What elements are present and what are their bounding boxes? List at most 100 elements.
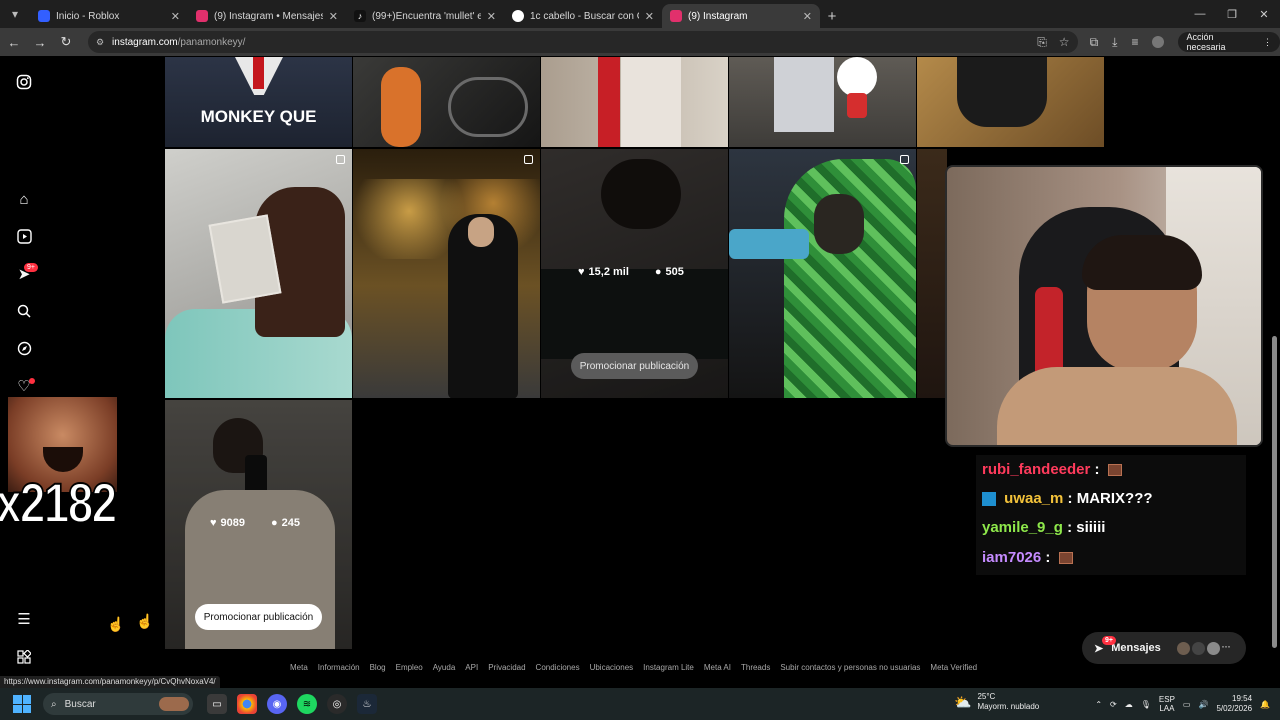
footer-link[interactable]: Subir contactos y personas no usuarias: [780, 663, 920, 672]
messages-button[interactable]: ➤ 9+ Mensajes ···: [1082, 632, 1246, 664]
promote-post-button[interactable]: Promocionar publicación: [195, 604, 322, 630]
close-tab-icon[interactable]: ✕: [487, 10, 496, 23]
footer-link[interactable]: Condiciones: [536, 663, 580, 672]
volume-icon[interactable]: 🔊: [1198, 700, 1208, 709]
tab-instagram-active[interactable]: (9) Instagram ✕: [662, 4, 820, 28]
post-tile[interactable]: [729, 57, 916, 147]
footer-link[interactable]: Empleo: [396, 663, 423, 672]
footer-link[interactable]: Ubicaciones: [590, 663, 634, 672]
chrome-icon[interactable]: [237, 694, 257, 714]
reels-icon[interactable]: [14, 226, 34, 246]
kebab-menu-icon[interactable]: ⋮: [1263, 37, 1272, 48]
tie-shape: [598, 57, 620, 147]
chat-message: uwaa_m : MARIX???: [982, 490, 1153, 507]
bookmark-star-icon[interactable]: ☆: [1059, 35, 1070, 49]
browser-toolbar: ← → ↻ ⚙ instagram.com /panamonkeyy/ ⎘ ☆ …: [0, 28, 1280, 56]
system-tray: ⌃ ⟳ ☁ 🎙 ESP LAA ▭ 🔊 19:54 5/02/2026 🔔: [1095, 694, 1280, 714]
footer-link[interactable]: API: [465, 663, 478, 672]
post-tile[interactable]: [353, 149, 540, 398]
footer-link[interactable]: Meta: [290, 663, 308, 672]
footer-link[interactable]: Privacidad: [488, 663, 525, 672]
reload-icon[interactable]: ↻: [54, 30, 78, 54]
notification-bell-icon[interactable]: 🔔: [1260, 700, 1270, 709]
site-info-icon[interactable]: ⚙: [96, 37, 104, 48]
windows-start-icon[interactable]: [13, 695, 31, 713]
windows-taskbar: ⌕ Buscar ▭ ◉ ≋ ◎ ♨ ⌃ ⟳ ☁ 🎙 ESP LAA ▭ 🔊 1…: [0, 688, 1280, 720]
search-icon[interactable]: [14, 301, 34, 321]
footer-link[interactable]: Ayuda: [433, 663, 456, 672]
microphone-icon[interactable]: 🎙: [1141, 700, 1151, 709]
install-app-icon[interactable]: ⎘: [1037, 35, 1047, 50]
forward-icon[interactable]: →: [28, 30, 52, 54]
tab-roblox[interactable]: Inicio - Roblox ✕: [30, 4, 188, 28]
comments-count: 245: [281, 517, 301, 529]
promote-post-button[interactable]: Promocionar publicación: [571, 353, 698, 379]
discord-icon[interactable]: ◉: [267, 694, 287, 714]
post-tile-hovered[interactable]: ♥ 9089 ● 245 Promocionar publicación: [165, 400, 352, 649]
sync-icon[interactable]: ⟳: [1110, 700, 1117, 709]
close-tab-icon[interactable]: ✕: [329, 10, 338, 23]
explore-icon[interactable]: [14, 338, 34, 358]
footer-link[interactable]: Meta AI: [704, 663, 731, 672]
tab-title: (9) Instagram • Mensajes: [214, 10, 323, 22]
close-tab-icon[interactable]: ✕: [171, 10, 180, 23]
chevron-up-icon[interactable]: ⌃: [1095, 700, 1102, 709]
weather-widget[interactable]: ⛅ 25°C Mayorm. nublado: [954, 692, 1039, 712]
close-tab-icon[interactable]: ✕: [803, 10, 812, 23]
file-explorer-icon[interactable]: ▭: [207, 694, 227, 714]
comment-icon: ●: [271, 517, 278, 529]
post-tile[interactable]: MONKEY QUE: [165, 57, 352, 147]
post-tile[interactable]: [729, 149, 916, 398]
chat-separator: :: [1045, 549, 1055, 566]
tab-instagram-messages[interactable]: (9) Instagram • Mensajes ✕: [188, 4, 346, 28]
clock[interactable]: 19:54 5/02/2026: [1216, 694, 1252, 714]
tab-title: Inicio - Roblox: [56, 10, 120, 22]
footer-link[interactable]: Threads: [741, 663, 770, 672]
minimize-icon[interactable]: —: [1184, 0, 1216, 28]
cloud-icon[interactable]: ☁: [1125, 700, 1133, 709]
spotify-icon[interactable]: ≋: [297, 694, 317, 714]
profile-avatar[interactable]: [1152, 36, 1165, 48]
taskbar-search[interactable]: ⌕ Buscar: [43, 693, 193, 715]
footer-link[interactable]: Instagram Lite: [643, 663, 694, 672]
chat-separator: :: [1067, 519, 1077, 536]
media-icon[interactable]: ≡: [1131, 35, 1138, 49]
post-tile[interactable]: [165, 149, 352, 398]
action-needed-button[interactable]: Acción necesaria ⋮: [1178, 32, 1280, 52]
tab-google[interactable]: 1c cabello - Buscar con Google ✕: [504, 4, 662, 28]
post-tile[interactable]: [541, 57, 728, 147]
also-from-meta-icon[interactable]: [14, 647, 34, 667]
home-icon[interactable]: ⌂: [14, 189, 34, 209]
chat-username: iam7026: [982, 549, 1042, 566]
page-scrollbar[interactable]: [1272, 336, 1277, 648]
tab-tiktok[interactable]: ♪ (99+)Encuentra 'mullet' en TikT ✕: [346, 4, 504, 28]
footer-link[interactable]: Blog: [370, 663, 386, 672]
instagram-favicon-icon: [196, 10, 208, 22]
back-icon[interactable]: ←: [2, 30, 26, 54]
obs-icon[interactable]: ◎: [327, 694, 347, 714]
network-icon[interactable]: ▭: [1183, 700, 1191, 709]
new-tab-button[interactable]: +: [820, 4, 844, 28]
language-indicator[interactable]: ESP LAA: [1159, 695, 1175, 713]
maximize-icon[interactable]: ❐: [1216, 0, 1248, 28]
shirt-graphic: [448, 77, 528, 137]
steam-icon[interactable]: ♨: [357, 694, 377, 714]
post-tile[interactable]: [353, 57, 540, 147]
footer-link[interactable]: Información: [318, 663, 360, 672]
address-bar[interactable]: ⚙ instagram.com /panamonkeyy/ ⎘ ☆: [87, 31, 1078, 53]
footer-link[interactable]: Meta Verified: [930, 663, 977, 672]
tab-search-icon[interactable]: ▾: [0, 0, 30, 28]
instagram-logo-icon[interactable]: [14, 72, 34, 92]
download-icon[interactable]: ⤓: [1112, 35, 1117, 50]
close-window-icon[interactable]: ✕: [1248, 0, 1280, 28]
post-tile[interactable]: [917, 57, 1104, 147]
badge-icon: [982, 492, 996, 507]
post-tile-hovered[interactable]: ♥ 15,2 mil ● 505 Promocionar publicación: [541, 149, 728, 398]
more-menu-icon[interactable]: ☰: [14, 609, 34, 629]
extensions-icon[interactable]: ⧉: [1090, 35, 1099, 50]
messages-label: Mensajes: [1111, 642, 1161, 654]
screen: ▾ Inicio - Roblox ✕ (9) Instagram • Mens…: [0, 0, 1280, 720]
post-tile[interactable]: [917, 149, 947, 398]
close-tab-icon[interactable]: ✕: [645, 10, 654, 23]
chat-separator: :: [1067, 490, 1077, 507]
